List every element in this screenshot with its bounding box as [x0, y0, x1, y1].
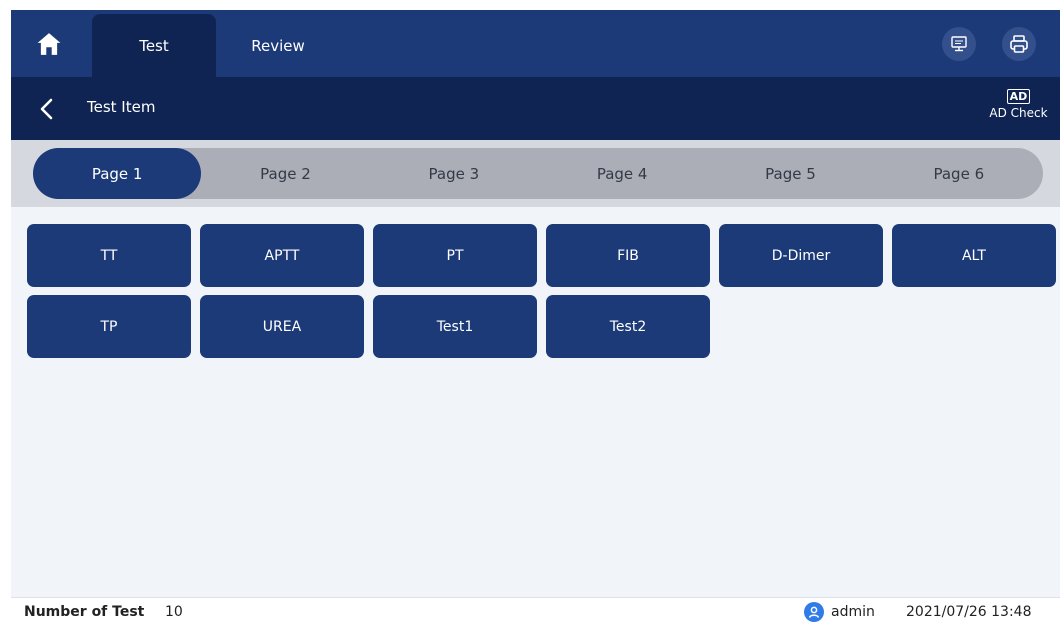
ad-check-label: AD Check — [989, 106, 1048, 120]
ad-icon: AD — [1006, 89, 1031, 104]
tab-page-1[interactable]: Page 1 — [33, 148, 202, 199]
test-item-d-dimer-button[interactable]: D-Dimer — [719, 224, 883, 287]
test-item-test1-button[interactable]: Test1 — [373, 295, 537, 358]
top-nav-bar: Test Review — [11, 10, 1060, 77]
home-icon — [37, 33, 61, 55]
test-count-value: 10 — [165, 604, 183, 620]
test-item-alt-button[interactable]: ALT — [892, 224, 1056, 287]
tab-page-6[interactable]: Page 6 — [875, 148, 1043, 199]
page-tabs: Page 1 Page 2 Page 3 Page 4 Page 5 Page … — [33, 148, 1043, 199]
back-button[interactable] — [33, 95, 61, 123]
test-item-fib-button[interactable]: FIB — [546, 224, 710, 287]
tab-review-label: Review — [251, 36, 305, 55]
tab-test[interactable]: Test — [92, 14, 216, 77]
test-item-test2-button[interactable]: Test2 — [546, 295, 710, 358]
tab-test-label: Test — [139, 36, 169, 55]
sub-header: Test Item AD AD Check — [11, 77, 1060, 140]
home-button[interactable] — [23, 18, 75, 70]
tab-page-2[interactable]: Page 2 — [201, 148, 369, 199]
lis-monitor-icon — [951, 36, 967, 52]
test-item-aptt-button[interactable]: APTT — [200, 224, 364, 287]
app-frame: Test Review Test Item AD AD Check Page 1… — [11, 10, 1060, 627]
printer-icon — [1010, 35, 1028, 53]
status-bar: Number of Test 10 admin 2021/07/26 13:48 — [11, 597, 1060, 627]
tab-page-3[interactable]: Page 3 — [370, 148, 538, 199]
test-item-urea-button[interactable]: UREA — [200, 295, 364, 358]
test-count-label: Number of Test — [24, 604, 145, 620]
tab-page-4[interactable]: Page 4 — [538, 148, 706, 199]
user-icon — [804, 602, 824, 622]
page-title: Test Item — [87, 98, 156, 116]
test-item-tp-button[interactable]: TP — [27, 295, 191, 358]
test-item-tt-button[interactable]: TT — [27, 224, 191, 287]
page-tabs-bar: Page 1 Page 2 Page 3 Page 4 Page 5 Page … — [11, 140, 1060, 207]
test-item-pt-button[interactable]: PT — [373, 224, 537, 287]
test-item-grid: TT APTT PT FIB D-Dimer ALT TP UREA Test1… — [27, 224, 1057, 358]
user-name: admin — [831, 604, 875, 620]
ad-check-button[interactable]: AD AD Check — [981, 89, 1056, 131]
status-datetime: 2021/07/26 13:48 — [906, 604, 1032, 620]
tab-page-5[interactable]: Page 5 — [706, 148, 874, 199]
tab-review[interactable]: Review — [216, 14, 340, 77]
chevron-left-icon — [40, 98, 53, 120]
lis-button[interactable] — [942, 27, 976, 61]
print-button[interactable] — [1002, 27, 1036, 61]
